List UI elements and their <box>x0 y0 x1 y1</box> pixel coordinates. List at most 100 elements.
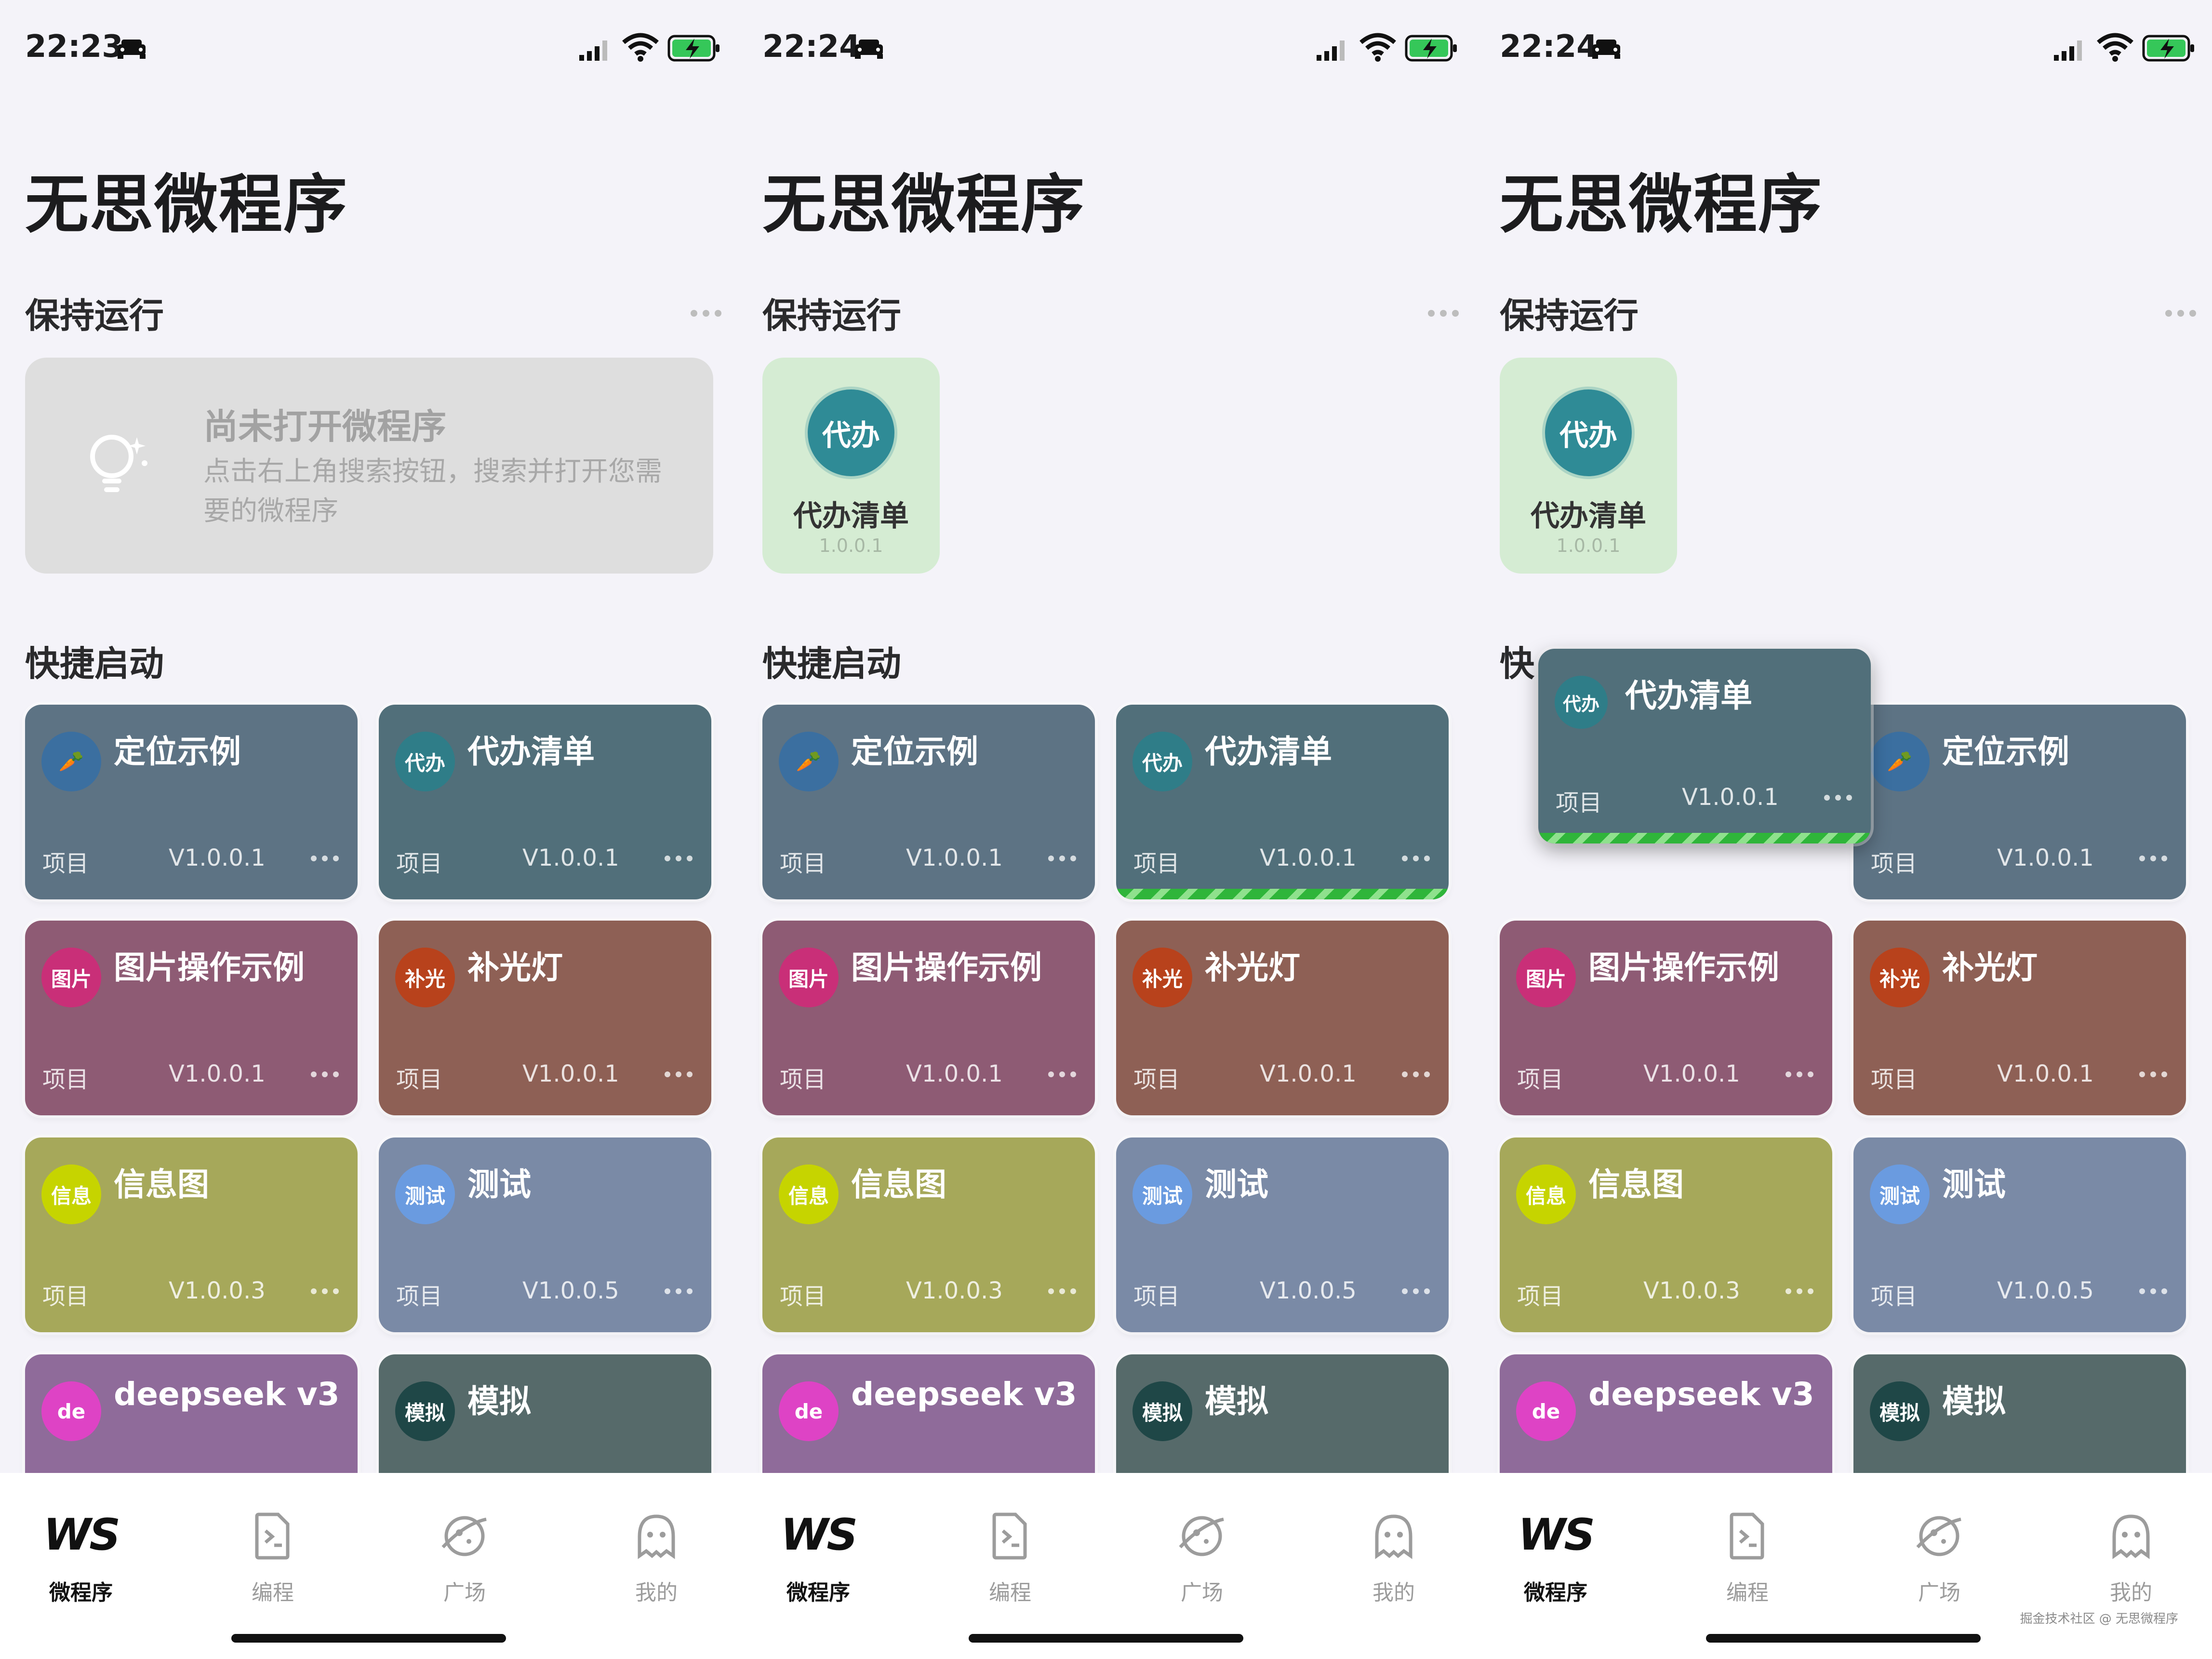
tab-microprogram[interactable]: WS 微程序 <box>1483 1490 1628 1616</box>
more-icon[interactable] <box>2138 1070 2169 1079</box>
quick-card-todo[interactable]: 代办 代办清单 项目 V1.0.0.1 <box>379 705 711 899</box>
quick-card-test[interactable]: 测试 测试 项目 V1.0.0.5 <box>1853 1137 2186 1332</box>
tab-mine[interactable]: 我的 <box>2059 1490 2203 1616</box>
card-name: 定位示例 <box>114 733 241 770</box>
more-icon[interactable] <box>309 854 340 863</box>
running-app-todo[interactable]: 代办 代办清单 1.0.0.1 <box>762 358 940 574</box>
quick-card-light[interactable]: 补光 补光灯 项目 V1.0.0.1 <box>1116 921 1449 1115</box>
app-badge: 测试 <box>395 1164 455 1224</box>
more-icon[interactable] <box>663 854 694 863</box>
quick-card-test[interactable]: 测试 测试 项目 V1.0.0.5 <box>1116 1137 1449 1332</box>
more-icon[interactable] <box>1400 1070 1431 1079</box>
quick-card-loc[interactable]: 🥕 定位示例 项目 V1.0.0.1 <box>25 705 358 899</box>
more-icon[interactable] <box>663 1070 694 1079</box>
app-badge: 代办 <box>808 389 894 476</box>
card-version: V1.0.0.1 <box>1643 1060 1740 1087</box>
battery-charging-icon <box>2142 35 2194 62</box>
card-footer: 项目 V1.0.0.1 <box>396 1060 694 1093</box>
tab-label: 广场 <box>1918 1580 1960 1605</box>
quick-card-light[interactable]: 补光 补光灯 项目 V1.0.0.1 <box>379 921 711 1115</box>
quick-card-info[interactable]: 信息 信息图 项目 V1.0.0.3 <box>25 1137 358 1332</box>
tab-square[interactable]: 广场 <box>392 1490 537 1616</box>
app-badge: 信息 <box>1516 1164 1576 1224</box>
tab-label: 微程序 <box>1524 1580 1587 1605</box>
dragging-card-todo[interactable]: 代办 代办清单 项目 V1.0.0.1 <box>1538 649 1871 843</box>
tab-label: 我的 <box>635 1580 678 1605</box>
quick-card-img[interactable]: 图片 图片操作示例 项目 V1.0.0.1 <box>25 921 358 1115</box>
tab-programming[interactable]: 编程 <box>938 1490 1082 1616</box>
more-icon[interactable] <box>2138 1287 2169 1296</box>
wifi-icon <box>2097 33 2133 62</box>
home-indicator <box>969 1634 1243 1643</box>
card-name: 模拟 <box>467 1383 531 1420</box>
card-footer: 项目 V1.0.0.1 <box>1556 784 1853 816</box>
card-version: V1.0.0.3 <box>906 1277 1003 1304</box>
quick-card-loc[interactable]: 🥕 定位示例 项目 V1.0.0.1 <box>762 705 1095 899</box>
card-type: 项目 <box>1517 1066 1564 1093</box>
tab-programming[interactable]: 编程 <box>1675 1490 1820 1616</box>
card-type: 项目 <box>42 1283 89 1310</box>
app-badge: 测试 <box>1133 1164 1192 1224</box>
running-app-todo[interactable]: 代办 代办清单 1.0.0.1 <box>1500 358 1677 574</box>
quick-card-sim[interactable]: 模拟 模拟 <box>379 1354 711 1473</box>
more-icon[interactable] <box>2138 854 2169 863</box>
card-name: 模拟 <box>1205 1383 1268 1420</box>
quick-card-ds[interactable]: de deepseek v3 <box>762 1354 1095 1473</box>
progress-stripe <box>1116 889 1449 899</box>
card-version: V1.0.0.5 <box>1260 1277 1357 1304</box>
more-icon[interactable] <box>309 1287 340 1296</box>
tab-mine[interactable]: 我的 <box>1321 1490 1466 1616</box>
card-version: V1.0.0.1 <box>1997 1060 2094 1087</box>
tab-square[interactable]: 广场 <box>1867 1490 2012 1616</box>
app-title: 无思微程序 <box>762 168 1085 242</box>
signal-icon <box>2054 40 2082 61</box>
running-app-version: 1.0.0.1 <box>819 535 883 556</box>
quick-launch-title: 快 <box>1500 643 1535 684</box>
more-icon[interactable] <box>1426 308 1460 318</box>
card-name: 测试 <box>467 1166 531 1203</box>
more-icon[interactable] <box>1784 1287 1815 1296</box>
more-icon[interactable] <box>1047 1287 1078 1296</box>
more-icon[interactable] <box>2164 308 2198 318</box>
more-icon[interactable] <box>1400 1287 1431 1296</box>
more-icon[interactable] <box>689 308 723 318</box>
tab-microprogram[interactable]: WS 微程序 <box>746 1490 891 1616</box>
more-icon[interactable] <box>1823 793 1853 802</box>
quick-card-info[interactable]: 信息 信息图 项目 V1.0.0.3 <box>1500 1137 1832 1332</box>
quick-card-test[interactable]: 测试 测试 项目 V1.0.0.5 <box>379 1137 711 1332</box>
tab-square[interactable]: 广场 <box>1130 1490 1274 1616</box>
tab-programming[interactable]: 编程 <box>200 1490 345 1616</box>
tab-mine[interactable]: 我的 <box>584 1490 729 1616</box>
card-name: 定位示例 <box>1942 733 2069 770</box>
quick-card-todo[interactable]: 代办 代办清单 项目 V1.0.0.1 <box>1116 705 1449 899</box>
quick-card-loc[interactable]: 🥕 定位示例 项目 V1.0.0.1 <box>1853 705 2186 899</box>
tab-label: 编程 <box>989 1580 1031 1605</box>
app-badge: 补光 <box>1133 948 1192 1007</box>
more-icon[interactable] <box>1047 854 1078 863</box>
more-icon[interactable] <box>1400 854 1431 863</box>
quick-card-ds[interactable]: de deepseek v3 <box>25 1354 358 1473</box>
quick-card-sim[interactable]: 模拟 模拟 <box>1853 1354 2186 1473</box>
quick-card-info[interactable]: 信息 信息图 项目 V1.0.0.3 <box>762 1137 1095 1332</box>
running-app-version: 1.0.0.1 <box>1556 535 1621 556</box>
card-version: V1.0.0.1 <box>1260 844 1357 871</box>
more-icon[interactable] <box>663 1287 694 1296</box>
quick-card-img[interactable]: 图片 图片操作示例 项目 V1.0.0.1 <box>762 921 1095 1115</box>
more-icon[interactable] <box>1047 1070 1078 1079</box>
card-version: V1.0.0.1 <box>522 1060 619 1087</box>
more-icon[interactable] <box>1784 1070 1815 1079</box>
app-title: 无思微程序 <box>1500 168 1823 242</box>
quick-card-img[interactable]: 图片 图片操作示例 项目 V1.0.0.1 <box>1500 921 1832 1115</box>
app-badge: 信息 <box>41 1164 101 1224</box>
quick-card-ds[interactable]: de deepseek v3 <box>1500 1354 1832 1473</box>
quick-card-sim[interactable]: 模拟 模拟 <box>1116 1354 1449 1473</box>
ws-logo: WS <box>1518 1510 1595 1560</box>
quick-card-light[interactable]: 补光 补光灯 项目 V1.0.0.1 <box>1853 921 2186 1115</box>
app-badge: 图片 <box>41 948 101 1007</box>
card-name: 测试 <box>1942 1166 2006 1203</box>
signal-icon <box>1317 40 1345 61</box>
more-icon[interactable] <box>309 1070 340 1079</box>
card-name: 补光灯 <box>1942 949 2038 986</box>
tab-microprogram[interactable]: WS 微程序 <box>9 1490 153 1616</box>
tab-label: 编程 <box>1726 1580 1769 1605</box>
